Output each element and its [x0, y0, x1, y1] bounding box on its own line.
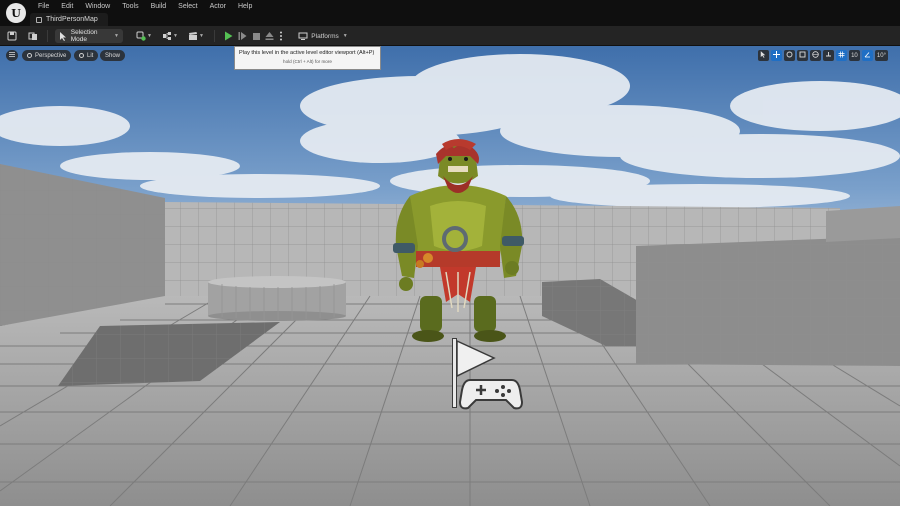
- menu-build[interactable]: Build: [145, 2, 173, 12]
- play-icon: [223, 31, 233, 41]
- menu-actor[interactable]: Actor: [204, 2, 232, 12]
- camera-icon: [27, 53, 32, 58]
- rotation-snap-value-label: 10°: [876, 52, 886, 59]
- grid-snap-value-label: 10: [851, 52, 858, 59]
- rotate-icon: [786, 51, 793, 60]
- main-toolbar: Selection Mode ▼ ▼ ▼ ▼ Platforms ▼: [0, 26, 900, 46]
- play-button[interactable]: [222, 29, 234, 43]
- globe-icon: [812, 51, 819, 60]
- more-vertical-icon: [277, 31, 285, 41]
- world-local-toggle[interactable]: [809, 50, 821, 61]
- menu-help[interactable]: Help: [232, 2, 258, 12]
- grid-snap-value[interactable]: 10: [848, 50, 860, 61]
- title-bar: U File Edit Window Tools Build Select Ac…: [0, 0, 900, 26]
- unreal-logo-icon[interactable]: U: [6, 3, 26, 23]
- menu-edit[interactable]: Edit: [55, 2, 79, 12]
- show-dropdown[interactable]: Show: [100, 50, 126, 61]
- move-icon: [772, 51, 780, 60]
- toolbar-divider: [47, 30, 48, 42]
- stop-button[interactable]: [250, 29, 262, 43]
- rotation-snap-button[interactable]: [861, 50, 873, 61]
- viewport-transform-toolbar: 10 10°: [757, 50, 888, 61]
- save-icon: [7, 31, 17, 41]
- surface-snap-button[interactable]: [822, 50, 834, 61]
- cinematics-button[interactable]: ▼: [186, 29, 206, 43]
- viewport-options-button[interactable]: [6, 50, 18, 61]
- lit-label: Lit: [87, 52, 94, 59]
- chevron-down-icon: ▼: [114, 33, 119, 39]
- platforms-icon: [298, 31, 308, 41]
- chevron-down-icon: ▼: [147, 33, 152, 39]
- select-mode-button[interactable]: [757, 50, 769, 61]
- stop-icon: [251, 31, 261, 41]
- perspective-dropdown[interactable]: Perspective: [22, 50, 72, 61]
- tab-third-person-map[interactable]: ThirdPersonMap: [30, 13, 108, 26]
- grid-icon: [838, 51, 845, 60]
- save-button[interactable]: [6, 29, 18, 43]
- chevron-down-icon: ▼: [199, 33, 204, 39]
- menu-file[interactable]: File: [32, 2, 55, 12]
- grid-snap-button[interactable]: [835, 50, 847, 61]
- advance-frame-button[interactable]: [236, 29, 248, 43]
- show-label: Show: [105, 52, 121, 59]
- view-mode-dropdown[interactable]: Lit: [74, 50, 99, 61]
- chevron-down-icon: ▼: [342, 33, 348, 39]
- hamburger-menu-icon: [9, 52, 15, 59]
- translate-mode-button[interactable]: [770, 50, 782, 61]
- menu-tools[interactable]: Tools: [116, 2, 144, 12]
- blueprint-icon: [162, 31, 172, 41]
- tooltip-hint: hold (Ctrl + Alt) for more: [283, 59, 332, 64]
- surface-snap-icon: [825, 51, 832, 60]
- perspective-label: Perspective: [35, 52, 67, 59]
- add-actor-icon: [136, 31, 146, 41]
- scale-icon: [799, 51, 806, 60]
- cursor-icon: [760, 51, 766, 60]
- platforms-label: Platforms: [311, 32, 339, 40]
- eject-icon: [264, 31, 274, 41]
- level-viewport[interactable]: Perspective Lit Show 10 10°: [0, 46, 900, 506]
- tooltip-text: Play this level in the active level edit…: [239, 50, 375, 56]
- right-back-block: [826, 206, 900, 242]
- level-icon: [36, 16, 42, 23]
- blueprints-button[interactable]: ▼: [160, 29, 180, 43]
- right-block-grid: [636, 236, 900, 366]
- scale-mode-button[interactable]: [796, 50, 808, 61]
- angle-icon: [864, 51, 871, 60]
- cylinder-platform: [208, 276, 346, 321]
- lit-sphere-icon: [79, 53, 84, 58]
- platforms-dropdown[interactable]: Platforms ▼: [298, 29, 348, 43]
- menu-bar: File Edit Window Tools Build Select Acto…: [32, 2, 258, 12]
- viewport-scene: [0, 46, 900, 506]
- cursor-icon: [59, 31, 68, 41]
- eject-button[interactable]: [263, 29, 275, 43]
- rotation-snap-value[interactable]: 10°: [874, 50, 888, 61]
- chevron-down-icon: ▼: [173, 33, 178, 39]
- content-browser-icon: [28, 31, 38, 41]
- rotate-mode-button[interactable]: [783, 50, 795, 61]
- tab-label: ThirdPersonMap: [46, 16, 98, 23]
- play-tooltip: Play this level in the active level edit…: [234, 46, 381, 70]
- menu-window[interactable]: Window: [79, 2, 116, 12]
- selection-mode-label: Selection Mode: [70, 29, 98, 43]
- toolbar-divider: [214, 30, 215, 42]
- selection-mode-dropdown[interactable]: Selection Mode ▼: [55, 29, 123, 43]
- step-icon: [237, 31, 247, 41]
- quick-add-button[interactable]: ▼: [134, 29, 154, 43]
- play-options-button[interactable]: [277, 29, 285, 43]
- menu-select[interactable]: Select: [172, 2, 203, 12]
- content-browser-button[interactable]: [27, 29, 39, 43]
- clapper-icon: [188, 31, 198, 41]
